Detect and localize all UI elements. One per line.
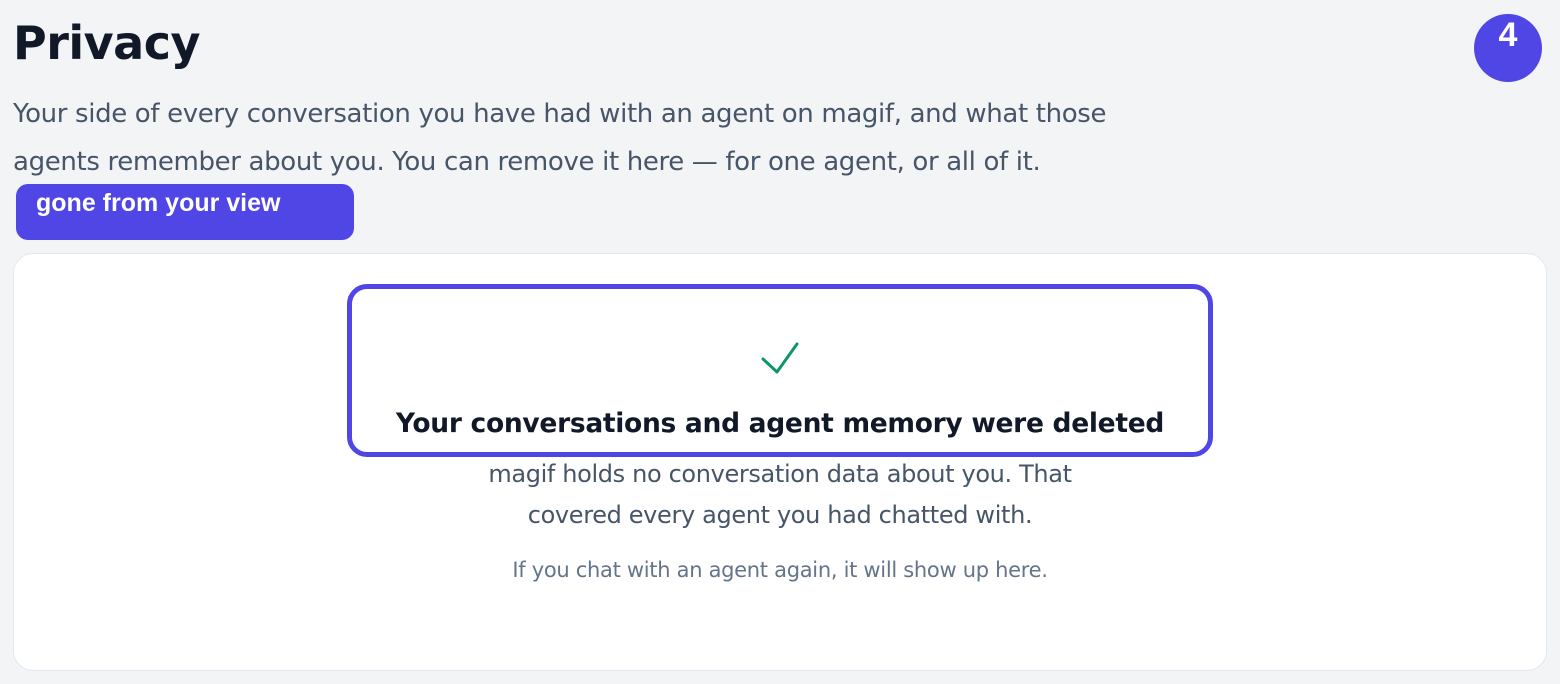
step-number-badge: 4 (1474, 14, 1542, 82)
page-description: Your side of every conversation you have… (13, 99, 1107, 177)
deletion-success-title: Your conversations and agent memory were… (395, 408, 1165, 439)
empty-state-note: If you chat with an agent again, it will… (512, 558, 1048, 582)
check-icon (761, 342, 799, 374)
deletion-success-message: magif holds no conversation data about y… (488, 460, 1072, 529)
page-title: Privacy (13, 16, 200, 70)
annotation-label: gone from your view (16, 184, 354, 240)
